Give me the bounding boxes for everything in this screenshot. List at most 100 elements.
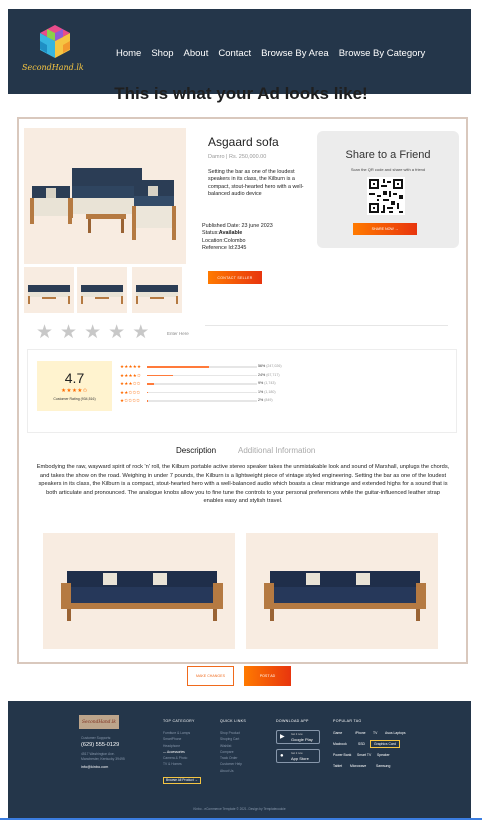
footer-copyright: Kinbo - eCommerce Template © 2021. Desig… <box>193 807 286 811</box>
tag-link[interactable]: Tablet <box>333 764 342 768</box>
distribution-count: (247,026) <box>266 364 282 368</box>
distribution-percent-value: 9% <box>258 381 264 385</box>
google-play-button[interactable]: ▶ Get it now Google Play <box>276 730 320 744</box>
footer-address-line2: Manchester, Kentucky 39495 <box>81 757 125 761</box>
app-store-button[interactable]: ● Get it now App Store <box>276 749 320 763</box>
footer-quick-links-list: Shop Product Shoping Cart Wishlist Compa… <box>220 730 242 774</box>
tag-link[interactable]: Speaker <box>377 753 390 757</box>
distribution-bar-fill <box>147 366 209 368</box>
product-title: Asgaard sofa <box>208 135 279 149</box>
tag-link[interactable]: Microwave <box>350 764 366 768</box>
tag-link-active[interactable]: Graphics Card <box>370 740 400 748</box>
gallery-image[interactable] <box>43 533 235 649</box>
tag-link[interactable]: Game <box>333 731 342 735</box>
distribution-percent: 56%(247,026) <box>258 364 282 368</box>
tag-link[interactable]: Smart TV <box>357 753 371 757</box>
star-icon[interactable]: ★ <box>36 323 53 342</box>
page-title: This is what your Ad looks like! <box>114 84 368 103</box>
tag-link[interactable]: Asus Laptops <box>385 731 406 735</box>
product-thumbnail[interactable] <box>132 267 182 313</box>
browse-all-product-button[interactable]: Browse All Product → <box>163 776 201 784</box>
footer-top-category-heading: TOP CATEGORY <box>163 719 195 723</box>
rating-distribution-row: ★★★★✩ 24%(67,717) <box>120 373 320 379</box>
star-icon[interactable]: ★ <box>132 323 149 342</box>
distribution-percent: 2%(849) <box>258 398 273 402</box>
distribution-percent-value: 24% <box>258 372 266 377</box>
status-value: Available <box>218 230 243 237</box>
product-thumbnail[interactable] <box>24 267 74 313</box>
post-ad-button[interactable]: POST AD <box>244 666 291 686</box>
footer-category-link[interactable]: TV & Homes <box>163 761 201 767</box>
distribution-count: (67,717) <box>266 372 280 377</box>
nav-contact[interactable]: Contact <box>218 48 251 59</box>
status-row: Status:Available <box>202 230 273 237</box>
main-nav: Home Shop About Contact Browse By Area B… <box>116 48 425 59</box>
footer-email[interactable]: info@kinbo.com <box>81 765 108 769</box>
tag-link[interactable]: Samsung <box>376 764 390 768</box>
make-changes-button[interactable]: MAKE CHANGES <box>187 666 234 686</box>
contact-seller-button[interactable]: CONTACT SELLER <box>208 271 262 284</box>
app-store-small: Get it now <box>291 752 303 755</box>
apple-icon: ● <box>280 753 284 759</box>
share-now-button[interactable]: SHARE NOW → <box>353 223 417 235</box>
rating-stars: ★★★★✩ <box>61 388 88 394</box>
distribution-bar-track <box>147 374 257 376</box>
product-main-image[interactable] <box>24 128 186 264</box>
nav-browse-by-category[interactable]: Browse By Category <box>339 48 426 59</box>
description-text: Embodying the raw, wayward spirit of roc… <box>36 464 450 505</box>
distribution-stars: ★★★✩✩ <box>120 381 141 386</box>
thumbnail-sofa-icon <box>81 285 123 304</box>
share-title: Share to a Friend <box>345 149 431 161</box>
site-header: SecondHand.lk Home Shop About Contact Br… <box>8 9 471 94</box>
footer-quick-links-heading: QUICK LINKS <box>220 719 247 723</box>
nav-shop[interactable]: Shop <box>151 48 173 59</box>
tag-link[interactable]: Power Bank <box>333 753 351 757</box>
tab-description[interactable]: Description <box>176 446 216 455</box>
footer-top-category-list: Furniture & Lamps SmartPhone Headphone —… <box>163 730 201 786</box>
footer-address-line1: 4517 Washington Ave. <box>81 752 115 756</box>
nav-browse-by-area[interactable]: Browse By Area <box>261 48 329 59</box>
share-panel: Share to a Friend Scan the QR code and s… <box>317 131 459 248</box>
nav-home[interactable]: Home <box>116 48 141 59</box>
site-footer: SecondHand.lk Customer Supports: (629) 5… <box>8 701 471 818</box>
product-price: Damro | Rs. 250,000.00 <box>208 154 267 160</box>
distribution-bar-track <box>147 383 257 385</box>
distribution-bar-fill <box>147 383 154 385</box>
footer-quick-link[interactable]: Shoping Cart <box>220 736 242 742</box>
rating-distribution-row: ★★★★★ 56%(247,026) <box>120 364 320 370</box>
tag-link[interactable]: SSD <box>358 742 365 746</box>
distribution-percent: 24%(67,717) <box>258 373 280 377</box>
rating-summary: 4.7 ★★★★✩ Customer Rating (934,516) <box>37 361 112 411</box>
star-icon[interactable]: ★ <box>60 323 77 342</box>
footer-quick-link[interactable]: Customer Help <box>220 761 242 767</box>
product-meta: Published Date: 23 june 2023 Status:Avai… <box>202 223 273 253</box>
tag-link[interactable]: TV <box>373 731 377 735</box>
distribution-count: (1,180) <box>264 389 276 394</box>
sofa-illustration <box>30 168 176 240</box>
distribution-bar-track <box>147 391 257 393</box>
logo-cube-icon[interactable] <box>37 23 73 61</box>
status-label: Status: <box>202 230 219 237</box>
thumbnail-sofa-icon <box>136 285 178 304</box>
review-stars-input[interactable]: ★ ★ ★ ★ ★ <box>36 323 149 342</box>
tag-link[interactable]: iPhone <box>355 731 366 735</box>
logo-text[interactable]: SecondHand.lk <box>22 63 84 72</box>
star-icon[interactable]: ★ <box>84 323 101 342</box>
reference-id: Reference Id:2345 <box>202 245 247 252</box>
nav-about[interactable]: About <box>184 48 209 59</box>
tag-link[interactable]: Macbook <box>333 742 347 746</box>
distribution-percent-value: 2% <box>258 398 264 402</box>
footer-quick-link[interactable]: About Us <box>220 768 242 774</box>
star-icon[interactable]: ★ <box>108 323 125 342</box>
gallery-image[interactable] <box>246 533 438 649</box>
enter-review-link[interactable]: Enter Here <box>167 331 189 336</box>
gallery-sofa-illustration <box>61 571 223 621</box>
footer-download-heading: DOWNLOAD APP <box>276 719 309 723</box>
tab-additional-information[interactable]: Additional Information <box>238 446 315 455</box>
product-thumbnail[interactable] <box>77 267 127 313</box>
distribution-percent: 1%(1,180) <box>258 390 276 394</box>
location: Location:Colombo <box>202 237 246 244</box>
footer-logo[interactable]: SecondHand.lk <box>79 715 119 729</box>
footer-phone[interactable]: (629) 555-0129 <box>81 742 119 748</box>
distribution-bar-track <box>147 400 257 402</box>
